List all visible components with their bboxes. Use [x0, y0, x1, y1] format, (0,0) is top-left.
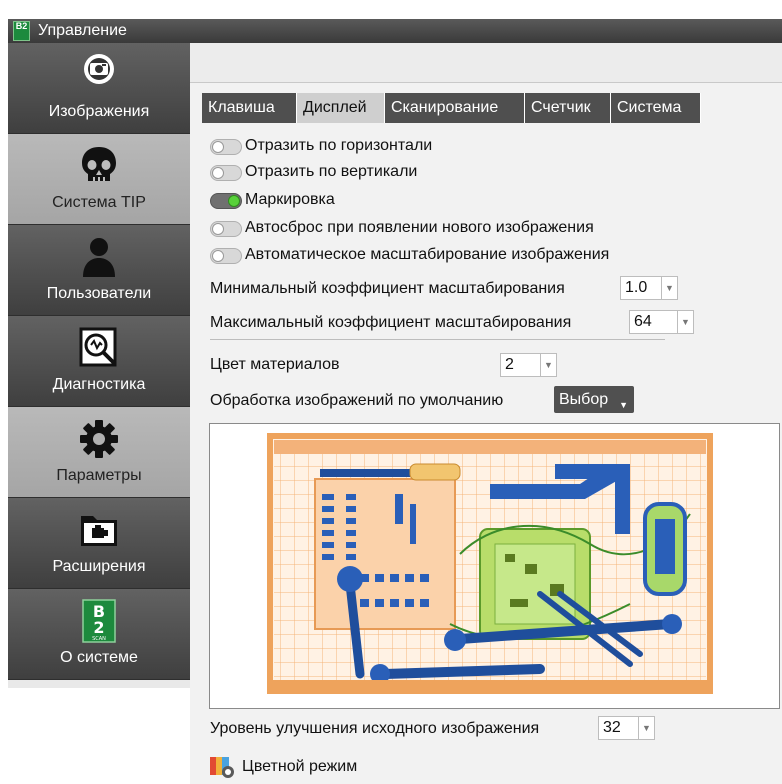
svg-text:SCAN: SCAN	[92, 636, 106, 642]
xray-preview	[209, 423, 780, 709]
sidebar-item-users[interactable]: Пользователи	[8, 225, 190, 316]
sidebar-item-label: О системе	[60, 649, 138, 666]
sidebar-item-label: Расширения	[52, 558, 146, 575]
color-mode-label: Цветной режим	[242, 758, 358, 775]
sidebar-item-about[interactable]: B 2 SCAN О системе	[8, 589, 190, 680]
sidebar-item-parameters[interactable]: Параметры	[8, 407, 190, 498]
toggle-flip-vertical[interactable]	[210, 165, 242, 181]
toggle-autoscale[interactable]	[210, 248, 242, 264]
min-scale-value: 1.0	[625, 279, 648, 296]
flip-horizontal-label: Отразить по горизонтали	[245, 137, 433, 154]
caret-down-icon: ▼	[619, 400, 628, 410]
sidebar-item-extensions[interactable]: Расширения	[8, 498, 190, 589]
material-color-value: 2	[505, 356, 514, 373]
divider	[210, 339, 665, 340]
color-palette-icon	[210, 755, 236, 784]
enhancement-value: 32	[603, 719, 621, 736]
gear-icon	[8, 417, 190, 461]
app-logo: B2	[13, 21, 30, 41]
camera-icon	[8, 53, 190, 97]
sidebar-item-label: Система TIP	[52, 194, 146, 211]
sidebar-item-label: Изображения	[48, 103, 150, 120]
title-bar: B2 Управление	[8, 19, 782, 43]
toggle-knob	[212, 223, 224, 235]
toggle-knob	[228, 195, 240, 207]
sidebar: Изображения Система TIP Пользователи Диа…	[8, 43, 190, 688]
top-strip	[190, 43, 782, 83]
select-button-label: Выбор	[559, 391, 609, 408]
sidebar-item-diagnostics[interactable]: Диагностика	[8, 316, 190, 407]
autoscale-label: Автоматическое масштабирование изображен…	[245, 246, 610, 263]
min-scale-spinner[interactable]: 1.0 ▼	[620, 276, 678, 300]
chevron-down-icon[interactable]: ▼	[540, 354, 556, 376]
sidebar-item-label: Пользователи	[46, 285, 152, 302]
app-logo-text: B2	[15, 21, 28, 31]
toggle-knob	[212, 250, 224, 262]
tab-counter[interactable]: Счетчик	[525, 93, 611, 123]
default-processing-label: Обработка изображений по умолчанию	[210, 392, 504, 409]
select-processing-button[interactable]: Выбор ▼	[554, 386, 634, 413]
sidebar-item-tip-system[interactable]: Система TIP	[8, 134, 190, 225]
toggle-knob	[212, 141, 224, 153]
toggle-autoreset[interactable]	[210, 221, 242, 237]
sidebar-item-images[interactable]: Изображения	[8, 43, 190, 134]
svg-text:2: 2	[93, 618, 104, 637]
diagnostics-icon	[8, 326, 190, 370]
toggle-knob	[212, 167, 224, 179]
tab-system[interactable]: Система	[611, 93, 701, 123]
settings-panel: Клавиша Дисплей Сканирование Счетчик Сис…	[190, 43, 782, 784]
b2-scan-logo: B 2 SCAN	[8, 599, 190, 643]
window-title: Управление	[38, 22, 127, 39]
tab-key[interactable]: Клавиша	[202, 93, 297, 123]
enhancement-label: Уровень улучшения исходного изображения	[210, 720, 540, 737]
chevron-down-icon[interactable]: ▼	[638, 717, 654, 739]
max-scale-value: 64	[634, 313, 652, 330]
tab-scanning[interactable]: Сканирование	[385, 93, 525, 123]
enhancement-spinner[interactable]: 32 ▼	[598, 716, 655, 740]
folder-plugin-icon	[8, 508, 190, 552]
chevron-down-icon[interactable]: ▼	[677, 311, 693, 333]
material-color-spinner[interactable]: 2 ▼	[500, 353, 557, 377]
flip-vertical-label: Отразить по вертикали	[245, 163, 418, 180]
xray-image	[267, 433, 713, 694]
max-scale-label: Максимальный коэффициент масштабирования	[210, 314, 572, 331]
marking-label: Маркировка	[245, 191, 335, 208]
sidebar-item-label: Диагностика	[52, 376, 146, 393]
skull-icon	[8, 144, 190, 188]
min-scale-label: Минимальный коэффициент масштабирования	[210, 280, 565, 297]
toggle-flip-horizontal[interactable]	[210, 139, 242, 155]
autoreset-label: Автосброс при появлении нового изображен…	[245, 219, 594, 236]
chevron-down-icon[interactable]: ▼	[661, 277, 677, 299]
toggle-marking[interactable]	[210, 193, 242, 209]
material-color-label: Цвет материалов	[210, 356, 340, 373]
tab-display[interactable]: Дисплей	[297, 93, 385, 123]
user-icon	[8, 235, 190, 279]
max-scale-spinner[interactable]: 64 ▼	[629, 310, 694, 334]
sidebar-item-label: Параметры	[56, 467, 142, 484]
